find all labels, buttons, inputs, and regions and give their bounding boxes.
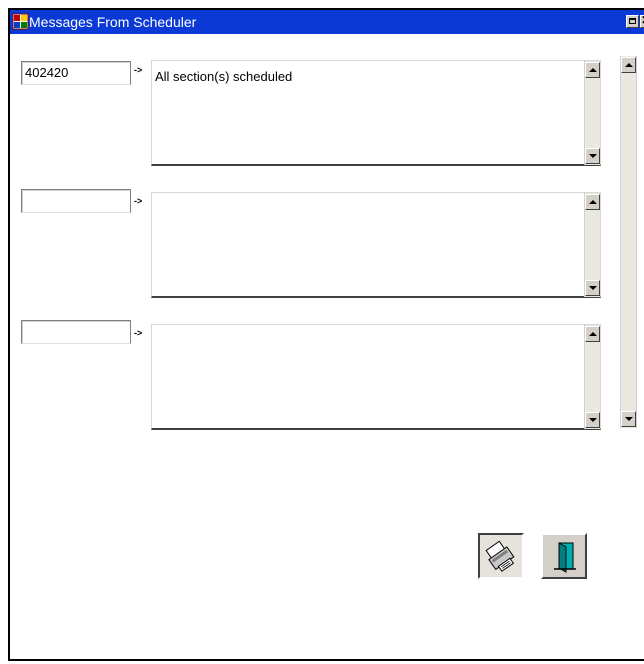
scroll-up-button-3[interactable] <box>585 326 600 342</box>
chevron-up-icon <box>589 200 597 204</box>
chevron-down-icon <box>589 154 597 158</box>
records-scrollbar[interactable] <box>620 56 637 428</box>
exit-button[interactable] <box>541 533 587 579</box>
row-arrow-3: -> <box>134 328 143 338</box>
chevron-up-icon <box>625 63 633 67</box>
message-box-2[interactable] <box>151 192 601 298</box>
message-scrollbar-2[interactable] <box>584 193 600 297</box>
printer-icon <box>485 540 515 572</box>
row-arrow-2: -> <box>134 196 143 206</box>
chevron-down-icon <box>589 418 597 422</box>
app-icon <box>12 13 29 30</box>
close-button[interactable]: ✕ <box>640 15 644 28</box>
records-scroll-down-button[interactable] <box>621 411 636 427</box>
print-button[interactable] <box>478 533 524 579</box>
chevron-down-icon <box>589 286 597 290</box>
exit-door-icon <box>554 542 576 573</box>
message-box-1[interactable]: All section(s) scheduled <box>151 60 601 166</box>
scroll-down-button-2[interactable] <box>585 280 600 296</box>
message-scrollbar-3[interactable] <box>584 325 600 429</box>
chevron-down-icon <box>625 417 633 421</box>
restore-icon <box>629 18 636 24</box>
record-code-field-2[interactable] <box>21 189 131 213</box>
window-title: Messages From Scheduler <box>29 14 197 30</box>
scroll-up-button-1[interactable] <box>585 62 600 78</box>
records-scroll-up-button[interactable] <box>621 57 636 73</box>
record-code-field-1[interactable]: 402420 <box>21 61 131 85</box>
record-code-field-3[interactable] <box>21 320 131 344</box>
message-text-1: All section(s) scheduled <box>155 69 293 84</box>
scroll-up-button-2[interactable] <box>585 194 600 210</box>
row-arrow-1: -> <box>134 65 143 75</box>
restore-button[interactable] <box>626 15 639 28</box>
message-scrollbar-1[interactable] <box>584 61 600 165</box>
message-box-3[interactable] <box>151 324 601 430</box>
chevron-up-icon <box>589 68 597 72</box>
scroll-down-button-3[interactable] <box>585 412 600 428</box>
title-bar: Messages From Scheduler ✕ <box>10 10 644 34</box>
scroll-down-button-1[interactable] <box>585 148 600 164</box>
chevron-up-icon <box>589 332 597 336</box>
